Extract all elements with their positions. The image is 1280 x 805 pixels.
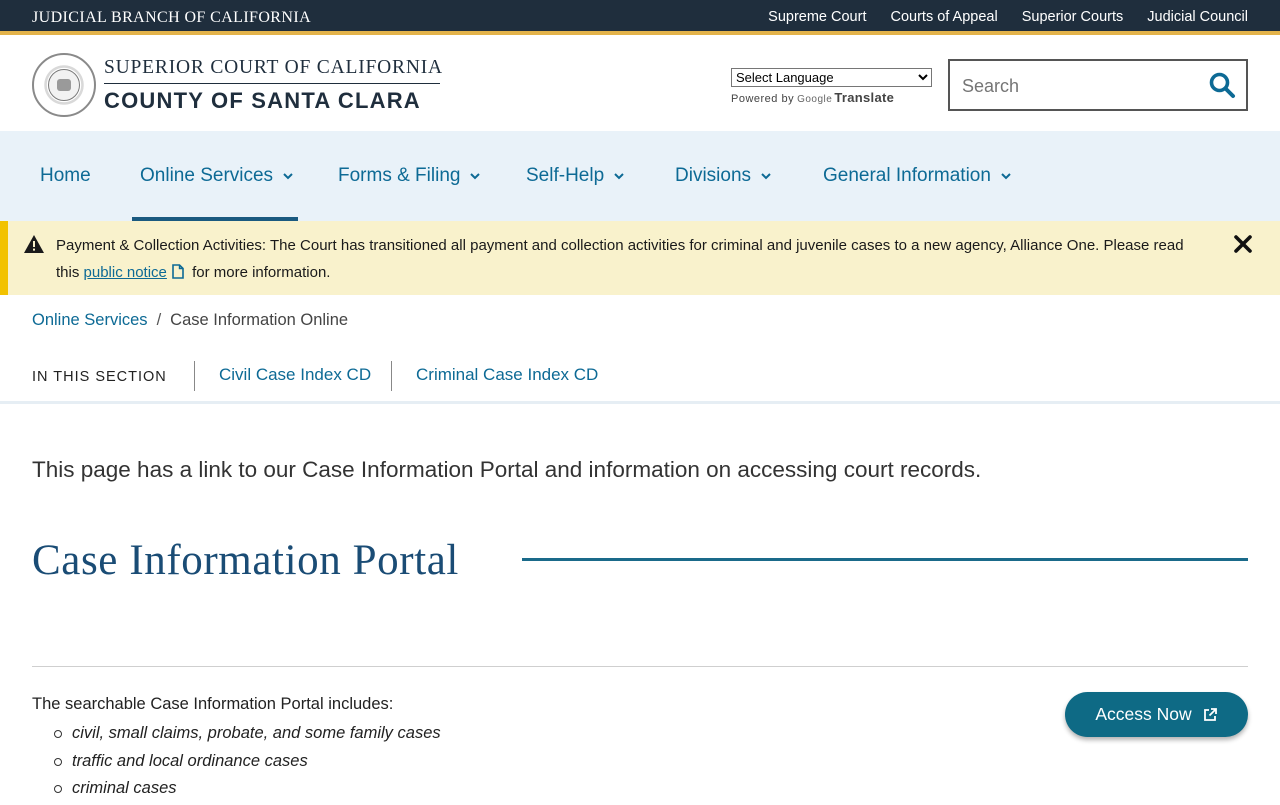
close-icon[interactable] bbox=[1232, 233, 1254, 255]
judicial-branch-bar: JUDICIAL BRANCH OF CALIFORNIA Supreme Co… bbox=[0, 0, 1280, 35]
main-nav: Home Online Services Forms & Filing Self… bbox=[0, 131, 1280, 221]
site-header: SUPERIOR COURT OF CALIFORNIA COUNTY OF S… bbox=[0, 39, 1280, 131]
nav-self-help[interactable]: Self-Help bbox=[526, 131, 626, 221]
alert-text: Payment & Collection Activities: The Cou… bbox=[56, 232, 1186, 286]
judicial-council-link[interactable]: Judicial Council bbox=[1147, 9, 1248, 25]
portal-list: civil, small claims, probate, and some f… bbox=[32, 722, 632, 805]
intro-text: This page has a link to our Case Informa… bbox=[32, 457, 982, 482]
language-select[interactable]: Select Language bbox=[731, 68, 932, 87]
alert-tail: for more information. bbox=[192, 264, 331, 281]
nav-label: Self-Help bbox=[526, 165, 605, 186]
court-name-line1[interactable]: SUPERIOR COURT OF CALIFORNIA bbox=[104, 57, 443, 79]
nav-divisions[interactable]: Divisions bbox=[675, 131, 773, 221]
civil-case-index-cd-link[interactable]: Civil Case Index CD bbox=[219, 365, 371, 385]
nav-label: Home bbox=[40, 165, 91, 186]
search-button[interactable] bbox=[1208, 71, 1236, 99]
section-divider bbox=[391, 361, 392, 391]
alert-banner: Payment & Collection Activities: The Cou… bbox=[0, 221, 1280, 295]
document-icon bbox=[172, 264, 184, 279]
logo-divider bbox=[104, 83, 440, 84]
translate-label[interactable]: Translate bbox=[834, 90, 894, 105]
breadcrumb: Online Services / Case Information Online bbox=[32, 311, 348, 330]
heading-rule bbox=[522, 558, 1248, 561]
access-now-label: Access Now bbox=[1095, 704, 1192, 724]
nav-online-services[interactable]: Online Services bbox=[140, 131, 295, 221]
chevron-down-icon bbox=[614, 173, 624, 180]
criminal-case-index-cd-link[interactable]: Criminal Case Index CD bbox=[416, 365, 598, 385]
access-now-button[interactable]: Access Now bbox=[1065, 692, 1248, 737]
search-input[interactable] bbox=[962, 73, 1192, 99]
search-icon bbox=[1209, 72, 1235, 98]
nav-forms-filing[interactable]: Forms & Filing bbox=[338, 131, 482, 221]
powered-by-google: Powered by Google Translate bbox=[731, 90, 932, 105]
superior-courts-link[interactable]: Superior Courts bbox=[1022, 9, 1124, 25]
content-divider bbox=[32, 666, 1248, 667]
section-nav: IN THIS SECTION Civil Case Index CD Crim… bbox=[0, 350, 1280, 404]
judicial-links: Supreme Court Courts of Appeal Superior … bbox=[768, 9, 1248, 25]
page-heading: Case Information Portal bbox=[32, 537, 459, 584]
chevron-down-icon bbox=[470, 173, 481, 180]
nav-label: Divisions bbox=[675, 165, 752, 186]
chevron-down-icon bbox=[283, 173, 293, 180]
court-seal-icon[interactable] bbox=[32, 53, 96, 117]
breadcrumb-current: Case Information Online bbox=[170, 311, 349, 329]
judicial-branch-title: JUDICIAL BRANCH OF CALIFORNIA bbox=[32, 9, 312, 26]
powered-by-label: Powered by bbox=[731, 93, 795, 105]
list-item: civil, small claims, probate, and some f… bbox=[32, 722, 632, 750]
supreme-court-link[interactable]: Supreme Court bbox=[768, 9, 866, 25]
breadcrumb-separator: / bbox=[156, 311, 162, 329]
court-name-line2[interactable]: COUNTY OF SANTA CLARA bbox=[104, 88, 421, 114]
section-divider bbox=[194, 361, 195, 391]
chevron-down-icon bbox=[761, 173, 771, 180]
nav-label: General Information bbox=[823, 165, 991, 186]
alert-title: Payment & Collection Activities: bbox=[56, 237, 267, 254]
list-item: criminal cases bbox=[32, 777, 632, 805]
search-box bbox=[948, 59, 1248, 111]
google-logo: Google bbox=[797, 94, 833, 105]
section-nav-label: IN THIS SECTION bbox=[32, 369, 167, 385]
nav-home[interactable]: Home bbox=[40, 131, 91, 221]
list-item: traffic and local ordinance cases bbox=[32, 750, 632, 778]
public-notice-link[interactable]: public notice bbox=[84, 264, 167, 281]
nav-general-information[interactable]: General Information bbox=[823, 131, 1013, 221]
nav-label: Forms & Filing bbox=[338, 165, 461, 186]
portal-description: The searchable Case Information Portal i… bbox=[32, 695, 394, 713]
breadcrumb-online-services[interactable]: Online Services bbox=[32, 311, 148, 329]
courts-of-appeal-link[interactable]: Courts of Appeal bbox=[890, 9, 997, 25]
nav-label: Online Services bbox=[140, 165, 274, 186]
google-translate: Select Language Powered by Google Translat… bbox=[731, 68, 932, 105]
warning-triangle-icon bbox=[24, 235, 44, 253]
chevron-down-icon bbox=[1001, 173, 1011, 180]
external-link-icon bbox=[1203, 707, 1217, 721]
